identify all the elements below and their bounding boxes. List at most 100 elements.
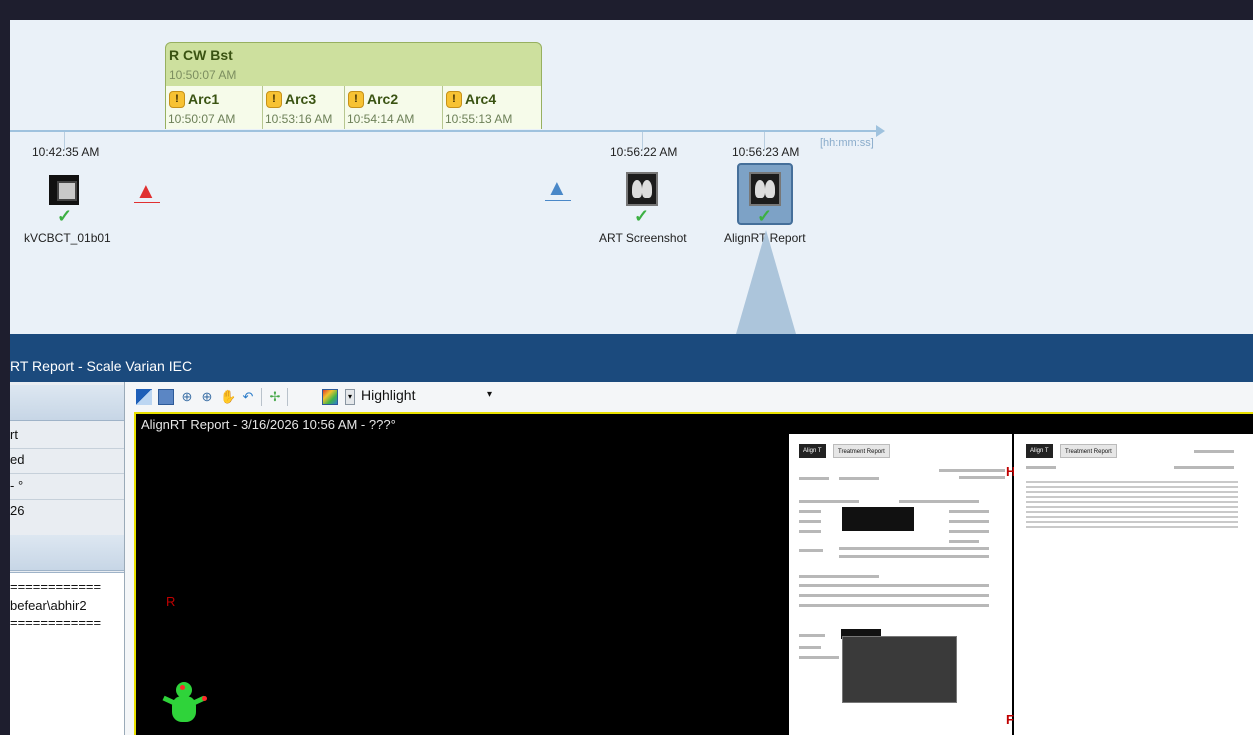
report-text-line <box>839 555 989 558</box>
panel-header[interactable] <box>10 535 124 571</box>
redaction-box <box>842 507 914 531</box>
row-divider <box>10 499 124 500</box>
report-text-line <box>949 540 979 543</box>
treatment-timeline: R CW Bst 10:50:07 AM ! Arc1 10:50:07 AM … <box>10 20 1253 334</box>
report-text-line <box>839 547 989 550</box>
report-tab: Align T <box>1026 444 1053 458</box>
info-row: rt <box>10 427 18 442</box>
top-strip <box>10 0 1253 20</box>
xray-image-icon[interactable] <box>749 172 781 206</box>
report-text-line <box>799 646 821 649</box>
arc-time: 10:55:13 AM <box>445 112 513 126</box>
arc-item[interactable]: ! Arc3 10:53:16 AM <box>262 86 344 129</box>
report-tab: Align T <box>799 444 826 458</box>
report-text-line <box>799 500 859 503</box>
auto-window-icon[interactable] <box>158 389 174 405</box>
info-row: ed <box>10 452 25 467</box>
report-page-1: Align T Treatment Report <box>789 434 1012 735</box>
report-image-view[interactable]: AlignRT Report - 3/16/2026 10:56 AM - ??… <box>134 412 1253 735</box>
xray-image-icon[interactable] <box>626 172 658 206</box>
arc-item[interactable]: ! Arc1 10:50:07 AM <box>166 86 262 129</box>
log-line: ============ <box>10 615 102 630</box>
zoom-fit-icon[interactable]: ⊕ <box>199 389 215 405</box>
arc-name: Arc2 <box>367 91 399 107</box>
arc-item[interactable]: ! Arc2 10:54:14 AM <box>344 86 442 129</box>
check-icon: ✓ <box>757 206 773 226</box>
timeline-axis <box>10 130 880 132</box>
warning-icon: ! <box>169 91 185 108</box>
info-row: - ° <box>10 478 24 493</box>
arc-name: Arc1 <box>188 91 220 107</box>
selection-connector <box>736 230 796 334</box>
report-text-line <box>1026 466 1056 469</box>
event-label[interactable]: ART Screenshot <box>599 231 687 245</box>
report-page-2: Align T Treatment Report <box>1014 434 1253 735</box>
log-line: ============ <box>10 579 102 594</box>
axis-arrow-icon <box>876 125 885 137</box>
warning-icon: ! <box>446 91 462 108</box>
highlight-mode-select[interactable]: Highlight <box>361 387 501 407</box>
row-divider <box>10 448 124 449</box>
toolbar-separator <box>261 388 262 406</box>
blue-triangle-marker-icon[interactable]: ▲ <box>546 177 568 199</box>
session-block[interactable]: R CW Bst 10:50:07 AM ! Arc1 10:50:07 AM … <box>165 42 542 129</box>
report-text-line <box>799 575 879 578</box>
report-table <box>1026 478 1238 530</box>
warning-icon: ! <box>266 91 282 108</box>
viewer-window-titlebar: RT Report - Scale Varian IEC <box>10 334 1253 382</box>
report-text-line <box>799 604 989 607</box>
report-text-line <box>799 594 989 597</box>
panel-header[interactable] <box>10 385 124 421</box>
image-viewer-pane: ⊕ ⊕ ✋ ↶ ✢ ▾ Highlight ▾ AlignRT Report -… <box>125 382 1253 735</box>
info-side-panel: rt ed - ° 26 ============ befear\abhir2 … <box>10 382 125 735</box>
pan-hand-icon[interactable]: ✋ <box>220 389 236 405</box>
rotate-icon[interactable]: ↶ <box>240 389 256 405</box>
zoom-in-icon[interactable]: ⊕ <box>179 389 195 405</box>
report-text-line <box>939 469 1005 472</box>
report-text-line <box>799 549 823 552</box>
log-line: befear\abhir2 <box>10 598 87 613</box>
red-triangle-marker-icon[interactable]: ▲ <box>135 180 157 202</box>
event-time: 10:42:35 AM <box>32 145 100 159</box>
report-text-line <box>949 530 989 533</box>
report-text-line <box>799 584 989 587</box>
report-text-line <box>799 634 825 637</box>
cube-image-icon[interactable] <box>49 175 79 205</box>
event-time: 10:56:23 AM <box>732 145 800 159</box>
orientation-label-foot: F <box>1006 712 1014 727</box>
orientation-label-right: R <box>166 594 176 609</box>
chevron-down-icon[interactable]: ▾ <box>487 389 492 400</box>
report-text-line <box>959 476 1005 479</box>
embedded-screenshot <box>842 636 957 703</box>
patient-orientation-icon <box>161 682 207 732</box>
report-text-line <box>799 477 829 480</box>
axis-unit-label: [hh:mm:ss] <box>820 137 874 149</box>
session-title: R CW Bst <box>169 47 233 63</box>
window-edge <box>0 0 10 735</box>
marker-arrow-line <box>134 202 160 203</box>
crosshair-icon[interactable]: ✢ <box>267 389 283 405</box>
application-window: R CW Bst 10:50:07 AM ! Arc1 10:50:07 AM … <box>0 0 1253 735</box>
color-map-icon[interactable] <box>322 389 338 405</box>
window-level-icon[interactable] <box>136 389 152 405</box>
info-row: 26 <box>10 503 25 518</box>
session-time: 10:50:07 AM <box>169 68 237 82</box>
log-list[interactable]: ============ befear\abhir2 ============ <box>10 572 124 735</box>
arc-item[interactable]: ! Arc4 10:55:13 AM <box>442 86 541 129</box>
event-time: 10:56:22 AM <box>610 145 678 159</box>
image-caption: AlignRT Report - 3/16/2026 10:56 AM - ??… <box>141 417 396 432</box>
report-text-line <box>799 656 839 659</box>
report-tab: Treatment Report <box>833 444 890 458</box>
check-icon: ✓ <box>57 206 73 226</box>
event-label[interactable]: kVCBCT_01b01 <box>24 231 111 245</box>
report-text-line <box>799 510 821 513</box>
report-tab: Treatment Report <box>1060 444 1117 458</box>
marker-arrow-line <box>545 200 571 201</box>
row-divider <box>10 473 124 474</box>
check-icon: ✓ <box>634 206 650 226</box>
toolbar-separator <box>287 388 288 406</box>
arc-time: 10:54:14 AM <box>347 112 415 126</box>
color-map-dropdown-button[interactable]: ▾ <box>345 389 355 405</box>
report-text-line <box>949 510 989 513</box>
window-title: RT Report - Scale Varian IEC <box>10 358 193 374</box>
